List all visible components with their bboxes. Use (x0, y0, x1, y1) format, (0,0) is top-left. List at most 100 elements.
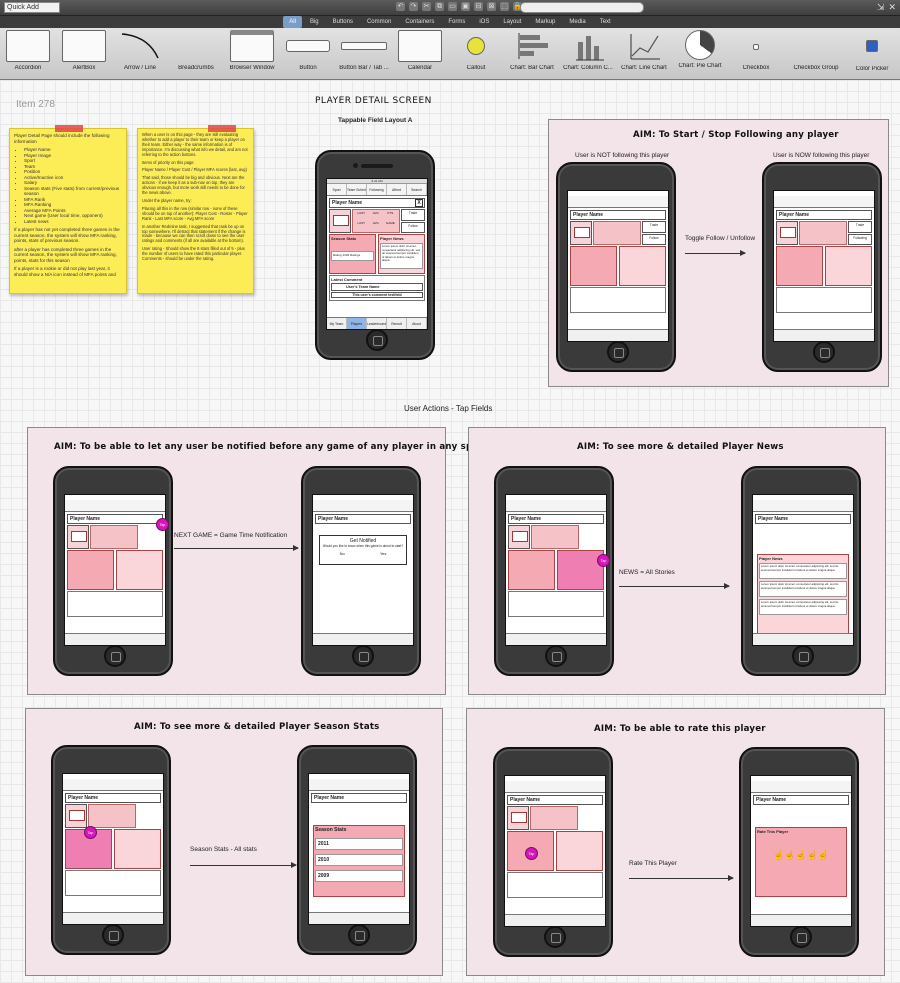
trade-button[interactable]: Trade (642, 221, 666, 233)
copy-icon[interactable]: ⧉ (435, 2, 444, 11)
user-team-name: User's Team Name (331, 283, 423, 291)
season-stats[interactable]: Season Stats Rating 1303 Ratings (329, 234, 376, 274)
filter-tab-containers[interactable]: Containers (399, 16, 440, 28)
tab-search[interactable]: Search (407, 184, 427, 195)
filter-tab-all[interactable]: All (283, 16, 302, 28)
group-icon[interactable]: ▭ (448, 2, 457, 11)
tab-my-team[interactable]: My Team (327, 318, 347, 329)
library-item-label: Color Picker (855, 66, 889, 72)
all-season-stats[interactable]: Season Stats 2011 2010 2009 (313, 825, 405, 897)
filter-tab-common[interactable]: Common (361, 16, 397, 28)
library-item-checkbox[interactable]: Checkbox (728, 30, 784, 78)
checkbox-thumbnail (753, 44, 759, 50)
library-item-button[interactable]: Button (280, 30, 336, 78)
front-icon[interactable]: ⊟ (474, 2, 483, 11)
tab-leaderboard[interactable]: Leaderboard (367, 318, 388, 329)
following-button[interactable]: Following (848, 233, 872, 245)
top-tab-bar (63, 779, 163, 791)
library-item-checkbox-group[interactable]: Checkbox Group (786, 30, 846, 78)
ungroup-icon[interactable]: ▣ (461, 2, 470, 11)
thumbs-rating-icons[interactable]: ☝☝☝☝☝ (757, 850, 845, 861)
filter-tab-buttons[interactable]: Buttons (327, 16, 359, 28)
library-item-calendar[interactable]: Calendar (392, 30, 448, 78)
search-input[interactable] (520, 2, 644, 13)
player-image[interactable] (329, 209, 351, 233)
comment-field[interactable]: This user's comment textfield (331, 292, 423, 298)
cut-icon[interactable]: ✂ (422, 2, 431, 11)
filter-tab-layout[interactable]: Layout (497, 16, 527, 28)
dialog-no-button[interactable]: No (340, 551, 345, 556)
tap-hotspot[interactable]: Tap (156, 518, 169, 531)
panel-notify: AIM: To be able to let any user be notif… (27, 427, 487, 695)
phone-screen: Player Name Season Stats 2011 2010 2009 (308, 773, 410, 925)
align-icon[interactable]: ⬚ (500, 2, 509, 11)
player-stats (90, 525, 138, 549)
tap-hotspot[interactable]: Tap (597, 554, 610, 567)
library-item-color-picker[interactable]: Color Picker (844, 30, 900, 78)
library-item-button-bar[interactable]: Button Bar / Tab ... (336, 30, 392, 78)
priority-sticky-note: When a user is on this page - they are s… (137, 125, 254, 294)
library-item-callout[interactable]: Callout (448, 30, 504, 78)
stat-label: LAST (357, 221, 366, 225)
tab-about[interactable]: About (407, 318, 427, 329)
filter-tab-forms[interactable]: Forms (442, 16, 471, 28)
filter-tab-ios[interactable]: iOS (473, 16, 495, 28)
tab-team-schedule[interactable]: Team Schedule (347, 184, 367, 195)
rating-box[interactable]: Rating 1303 Ratings (331, 251, 374, 261)
library-item-column-chart[interactable]: Chart: Column C... (560, 30, 616, 78)
player-stats[interactable]: LAST AVG PTS LAST AVG GAME (352, 209, 400, 233)
library-item-accordion[interactable]: Accordion (0, 30, 56, 78)
follow-button[interactable]: Follow (642, 233, 666, 245)
library-item-browser-window[interactable]: Browser Window (224, 30, 280, 78)
rate-player-box[interactable]: Rate This Player ☝☝☝☝☝ (755, 827, 847, 897)
library-item-bar-chart[interactable]: Chart: Bar Chart (504, 30, 560, 78)
library-item-pie-chart[interactable]: Chart: Pie Chart (672, 30, 728, 78)
fullscreen-icon[interactable]: ⇲ (877, 2, 885, 13)
tab-afford[interactable]: Afford (387, 184, 407, 195)
phone-screen: Player Name (62, 773, 164, 925)
library-item-alertbox[interactable]: AlertBox (56, 30, 112, 78)
tab-recruit[interactable]: Recruit (387, 318, 408, 329)
all-news-list[interactable]: Player News Lorem ipsum dolor sit amet, c… (757, 554, 849, 634)
close-button[interactable]: X (415, 199, 423, 207)
filter-tab-big[interactable]: Big (304, 16, 325, 28)
latest-comment (65, 870, 161, 896)
player-name: Player Name (570, 210, 666, 220)
trade-button[interactable]: Trade (848, 221, 872, 233)
filter-tab-markup[interactable]: Markup (529, 16, 561, 28)
redo-icon[interactable]: ↷ (409, 2, 418, 11)
library-item-arrow[interactable]: Arrow / Line (112, 30, 168, 78)
panel-title: AIM: To see more & detailed Player Seaso… (134, 722, 380, 732)
arrow-thumbnail (118, 30, 162, 62)
phone-screen: Player Name Player News Lorem ipsum dolor … (752, 494, 854, 646)
bottom-tab-bar (753, 633, 853, 645)
bottom-tab-bar (506, 633, 606, 645)
phone-mockup-main: 9:41 AM Sport Team Schedule Following Af… (315, 150, 435, 360)
dialog-yes-button[interactable]: Yes (380, 551, 387, 556)
panel-rate: AIM: To be able to rate this player Rate… (466, 708, 885, 976)
phone-screen: Player Name (64, 494, 166, 646)
quick-add-input[interactable]: Quick Add (4, 2, 60, 13)
home-button (813, 341, 835, 363)
note-text: Placing all this in the row (similar row… (142, 205, 248, 221)
home-button[interactable] (366, 329, 388, 351)
library-item-line-chart[interactable]: Chart: Line Chart (616, 30, 672, 78)
close-icon[interactable]: ✕ (888, 2, 896, 13)
follow-button[interactable]: Follow (401, 221, 425, 233)
filter-tab-media[interactable]: Media (563, 16, 591, 28)
undo-icon[interactable]: ↶ (396, 2, 405, 11)
tab-sport[interactable]: Sport (327, 184, 347, 195)
filter-tab-text[interactable]: Text (594, 16, 617, 28)
tap-hotspot[interactable]: Tap (84, 826, 97, 839)
tap-hotspot[interactable]: Tap (525, 847, 538, 860)
tab-following[interactable]: Following (367, 184, 387, 195)
accordion-thumbnail (6, 30, 50, 62)
library-item-breadcrumbs[interactable]: Breadcrumbs (168, 30, 224, 78)
phone-mockup: Player Name Player News Lorem ipsum dolor … (741, 466, 861, 676)
checkbox-group-thumbnail (794, 30, 838, 62)
back-icon[interactable]: ⊠ (487, 2, 496, 11)
player-news[interactable]: Player News Lorem ipsum dolor sit amet, c… (378, 234, 425, 274)
trade-button[interactable]: Trade (401, 209, 425, 221)
tab-players[interactable]: Players (346, 318, 367, 329)
panel-follow: AIM: To Start / Stop Following any playe… (548, 119, 889, 387)
